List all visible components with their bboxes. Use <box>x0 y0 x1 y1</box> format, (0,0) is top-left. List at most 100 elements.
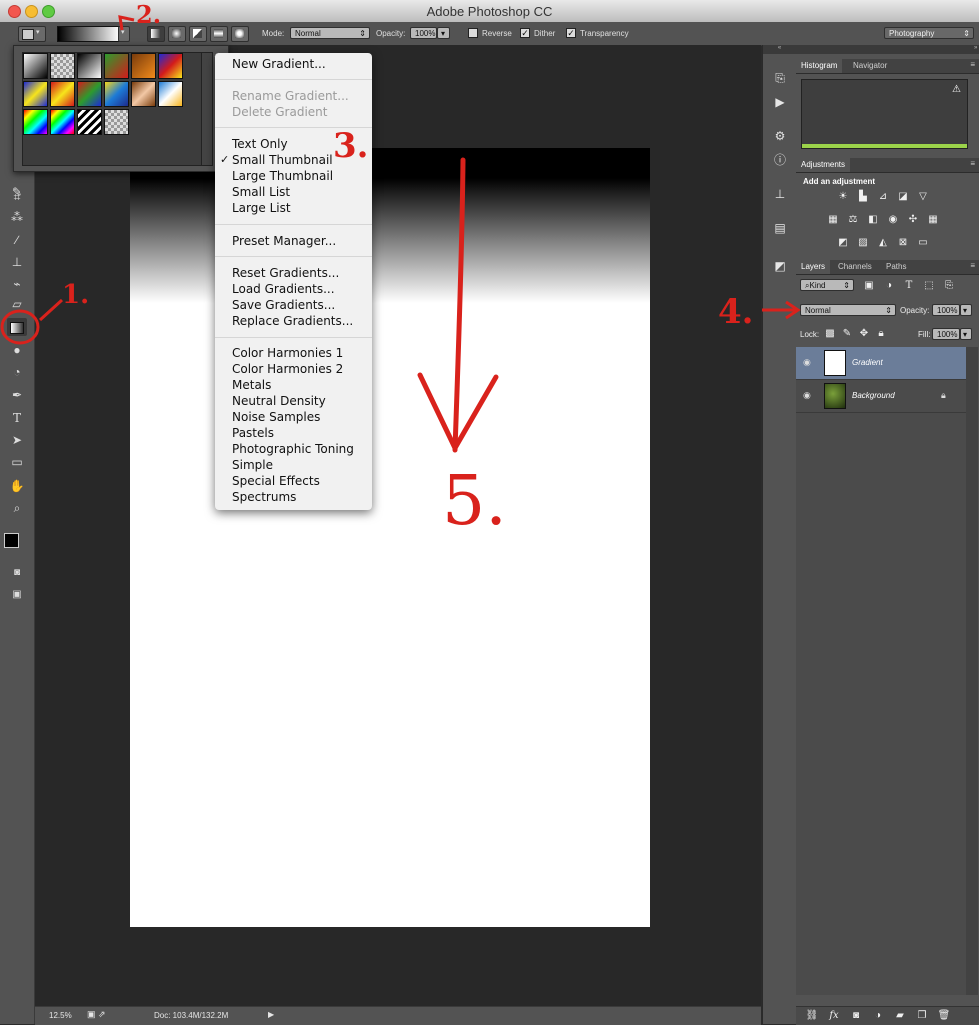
menu-item-small-list[interactable]: Small List <box>232 184 290 200</box>
selective-color-icon[interactable]: ⊠ <box>896 237 910 249</box>
menu-item-text-only[interactable]: Text Only <box>232 136 288 152</box>
threshold-icon[interactable]: ◭ <box>876 237 890 249</box>
gradient-swatch[interactable] <box>50 81 75 107</box>
status-icons[interactable]: ▣ ⇗ <box>87 1009 106 1020</box>
photo-filter-icon[interactable]: ◉ <box>886 214 900 226</box>
pen-tool[interactable]: ✒ <box>7 386 27 404</box>
panel-menu-icon[interactable]: ≡ <box>970 60 975 69</box>
lock-position-icon[interactable]: ✥ <box>857 328 871 340</box>
eyedropper-tool[interactable]: ✎ <box>7 183 27 201</box>
menu-item-spectrums[interactable]: Spectrums <box>232 489 296 505</box>
gradient-swatch[interactable] <box>104 53 129 79</box>
properties-panel-icon[interactable]: ⚙ <box>771 127 789 145</box>
opacity-dropdown[interactable]: ▾ <box>437 27 450 39</box>
link-layers-icon[interactable]: ⛓ <box>805 1010 819 1022</box>
opacity-input[interactable]: 100% <box>410 27 437 39</box>
panel-menu-icon[interactable]: ≡ <box>970 261 975 270</box>
vibrance-icon[interactable]: ▽ <box>916 191 930 203</box>
new-group-icon[interactable]: ▰ <box>893 1010 907 1022</box>
color-lookup-icon[interactable]: ▦ <box>926 214 940 226</box>
eraser-tool[interactable]: ▱ <box>7 295 27 313</box>
reverse-checkbox[interactable] <box>468 28 478 38</box>
screen-mode-button[interactable]: ▣ <box>7 586 27 604</box>
blur-tool[interactable]: ● <box>7 341 27 359</box>
black-white-icon[interactable]: ◧ <box>866 214 880 226</box>
gradient-swatch[interactable] <box>50 53 75 79</box>
menu-item-noise-samples[interactable]: Noise Samples <box>232 409 320 425</box>
angle-gradient-button[interactable] <box>189 26 207 42</box>
fill-dropdown[interactable]: ▾ <box>960 328 972 340</box>
menu-item-neutral-density[interactable]: Neutral Density <box>232 393 326 409</box>
gradient-swatch[interactable] <box>23 109 48 135</box>
menu-item-pastels[interactable]: Pastels <box>232 425 274 441</box>
menu-item-large-list[interactable]: Large List <box>232 200 291 216</box>
gradient-swatch[interactable] <box>131 81 156 107</box>
menu-item-load-gradients[interactable]: Load Gradients... <box>232 281 335 297</box>
gradient-swatch[interactable] <box>104 109 129 135</box>
play-triangle-icon[interactable]: ▶ <box>268 1010 274 1019</box>
zoom-level[interactable]: 12.5% <box>49 1011 72 1020</box>
panel-menu-icon[interactable]: ≡ <box>970 159 975 168</box>
info-panel-icon[interactable]: ⓘ <box>771 151 789 169</box>
path-selection-tool[interactable]: ➤ <box>7 431 27 449</box>
menu-item-large-thumbnail[interactable]: Large Thumbnail <box>232 168 333 184</box>
menu-item-save-gradients[interactable]: Save Gradients... <box>232 297 335 313</box>
filter-shape-icon[interactable]: ⬚ <box>922 280 936 292</box>
radial-gradient-button[interactable] <box>168 26 186 42</box>
tab-paths[interactable]: Paths <box>881 260 911 274</box>
workspace-switcher[interactable]: Photography ⇕ <box>884 27 974 39</box>
new-adjustment-icon[interactable]: ◑ <box>871 1010 885 1022</box>
channel-mixer-icon[interactable]: ✣ <box>906 214 920 226</box>
brightness-icon[interactable]: ☀ <box>836 191 850 203</box>
posterize-icon[interactable]: ▨ <box>856 237 870 249</box>
clone-stamp-tool[interactable]: ⊥ <box>7 253 27 271</box>
menu-item-new-gradient[interactable]: New Gradient... <box>232 56 326 72</box>
menu-item-preset-manager[interactable]: Preset Manager... <box>232 233 336 249</box>
gradient-map-icon[interactable]: ▭ <box>916 237 930 249</box>
menu-item-replace-gradients[interactable]: Replace Gradients... <box>232 313 353 329</box>
trash-icon[interactable]: 🗑︎ <box>937 1010 951 1022</box>
levels-icon[interactable]: ▙ <box>856 191 870 203</box>
gradient-picker-toggle[interactable]: ▾ <box>118 26 130 42</box>
transparency-checkbox[interactable]: ✓ <box>566 28 576 38</box>
tab-layers[interactable]: Layers <box>796 260 831 274</box>
gradient-swatch[interactable] <box>104 81 129 107</box>
layer-row-gradient[interactable]: ◉ Gradient <box>796 347 966 380</box>
menu-item-simple[interactable]: Simple <box>232 457 273 473</box>
gradient-tool[interactable] <box>7 318 27 336</box>
tab-histogram[interactable]: Histogram <box>796 59 843 73</box>
layer-filter-kind[interactable]: ⌕Kind ⇕ <box>800 279 854 291</box>
collapse-dock-icon[interactable]: « <box>763 45 796 54</box>
filter-smart-object-icon[interactable]: ⎘ <box>942 280 956 292</box>
diamond-gradient-button[interactable] <box>231 26 249 42</box>
eye-icon[interactable]: ◉ <box>803 357 811 368</box>
collapse-panels-icon[interactable]: » <box>796 45 979 54</box>
hand-tool[interactable]: ✋ <box>7 477 27 495</box>
gradient-swatch[interactable] <box>131 53 156 79</box>
zoom-tool[interactable]: ⌕ <box>7 499 27 517</box>
tab-navigator[interactable]: Navigator <box>848 59 892 73</box>
filter-adjustment-icon[interactable]: ◑ <box>882 280 896 292</box>
fill-input[interactable]: 100% <box>932 328 960 340</box>
quick-mask-button[interactable]: ◙ <box>7 564 27 582</box>
gradient-swatch[interactable] <box>158 81 183 107</box>
tool-presets-icon[interactable]: ⊥ <box>771 185 789 203</box>
menu-item-photographic-toning[interactable]: Photographic Toning <box>232 441 354 457</box>
menu-item-small-thumbnail[interactable]: Small Thumbnail <box>232 152 333 168</box>
exposure-icon[interactable]: ◪ <box>896 191 910 203</box>
layer-opacity-input[interactable]: 100% <box>932 304 960 316</box>
lock-transparent-icon[interactable]: ▩ <box>823 328 837 340</box>
picker-scrollbar[interactable] <box>201 52 213 166</box>
menu-item-metals[interactable]: Metals <box>232 377 271 393</box>
tab-channels[interactable]: Channels <box>833 260 877 274</box>
actions-panel-icon[interactable]: ▶ <box>771 93 789 111</box>
new-layer-icon[interactable]: ❐ <box>915 1010 929 1022</box>
dodge-tool[interactable]: ◔ <box>7 363 27 381</box>
dither-checkbox[interactable]: ✓ <box>520 28 530 38</box>
tool-preset-picker[interactable]: ▾ <box>18 26 46 42</box>
foreground-color-swatch[interactable] <box>4 533 19 548</box>
menu-item-special-effects[interactable]: Special Effects <box>232 473 320 489</box>
add-mask-icon[interactable]: ◙ <box>849 1010 863 1022</box>
color-balance-icon[interactable]: ⚖ <box>846 214 860 226</box>
brush-presets-icon[interactable]: ▤ <box>771 219 789 237</box>
